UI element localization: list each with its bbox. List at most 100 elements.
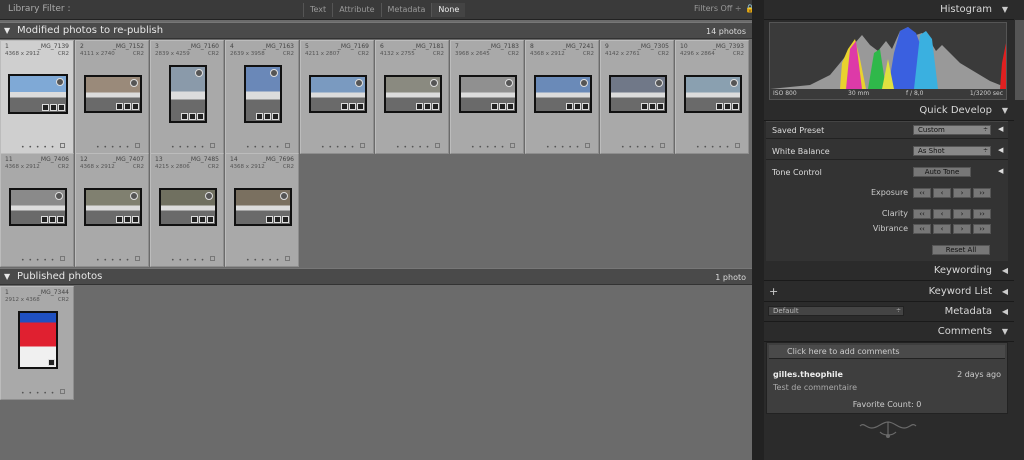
photo-cell[interactable]: 11 _MG_7406 4368 x 2912 CR2 • • • • • [0,153,74,267]
expand-triangle-icon[interactable]: ◀ [998,125,1003,133]
photo-cell[interactable]: 3 _MG_7160 2839 x 4259 CR2 • • • • • [150,40,224,154]
color-label-icon[interactable] [135,256,140,261]
white-balance-dropdown[interactable]: As Shot ÷ [913,146,991,156]
photo-cell[interactable]: 12 _MG_7407 4368 x 2912 CR2 • • • • • [75,153,149,267]
clarity-inc-large-button[interactable]: ›› [973,209,991,219]
photo-cell[interactable]: 6 _MG_7181 4132 x 2755 CR2 • • • • • [375,40,449,154]
color-label-icon[interactable] [60,389,65,394]
color-label-icon[interactable] [135,143,140,148]
color-label-icon[interactable] [360,143,365,148]
edit-badge-icon[interactable] [264,113,271,120]
rating-stars[interactable]: • • • • • [171,257,205,264]
photo-thumbnail[interactable] [309,75,367,113]
crop-badge-icon[interactable] [272,113,279,120]
photo-thumbnail[interactable] [18,311,58,369]
edit-badge-icon[interactable] [574,103,581,110]
edit-badge-icon[interactable] [50,104,57,111]
edit-badge-icon[interactable] [274,216,281,223]
color-label-icon[interactable] [285,143,290,148]
vibrance-dec-large-button[interactable]: ‹‹ [913,224,931,234]
filter-attribute[interactable]: Attribute [332,3,380,17]
photo-thumbnail[interactable] [244,65,282,123]
photo-thumbnail[interactable] [609,75,667,113]
edit-badge-icon[interactable] [124,103,131,110]
photo-thumbnail[interactable] [384,75,442,113]
photo-thumbnail[interactable] [84,188,142,226]
quick-collection-badge-icon[interactable] [55,192,63,200]
rating-stars[interactable]: • • • • • [246,144,280,151]
saved-preset-dropdown[interactable]: Custom ÷ [913,125,991,135]
expand-triangle-icon[interactable]: ◀ [1002,282,1008,302]
rating-stars[interactable]: • • • • • [21,390,55,397]
collapse-triangle-icon[interactable]: ▼ [1002,322,1008,342]
color-label-icon[interactable] [60,143,65,148]
vibrance-inc-button[interactable]: › [953,224,971,234]
photo-cell[interactable]: 14 _MG_7696 4368 x 2912 CR2 • • • • • [225,153,299,267]
color-label-icon[interactable] [510,143,515,148]
crop-badge-icon[interactable] [132,216,139,223]
crop-badge-icon[interactable] [432,103,439,110]
crop-badge-icon[interactable] [132,103,139,110]
add-keyword-icon[interactable]: + [769,282,778,302]
exposure-dec-large-button[interactable]: ‹‹ [913,188,931,198]
auto-tone-button[interactable]: Auto Tone [913,167,971,177]
panel-header-quick-develop[interactable]: Quick Develop ▼ [764,101,1014,121]
disclosure-triangle-icon[interactable]: ▼ [4,269,10,284]
quick-collection-badge-icon[interactable] [130,192,138,200]
photo-cell[interactable]: 4 _MG_7163 2639 x 3958 CR2 • • • • • [225,40,299,154]
panel-header-metadata[interactable]: Default ÷ Metadata ◀ [764,302,1014,322]
filter-none[interactable]: None [431,3,466,17]
rating-stars[interactable]: • • • • • [396,144,430,151]
quick-collection-badge-icon[interactable] [130,79,138,87]
panel-divider[interactable] [752,0,764,460]
photo-cell[interactable]: 7 _MG_7183 3968 x 2645 CR2 • • • • • [450,40,524,154]
color-label-icon[interactable] [285,256,290,261]
photo-cell[interactable]: 9 _MG_7305 4142 x 2761 CR2 • • • • • [600,40,674,154]
crop-badge-icon[interactable] [57,216,64,223]
exposure-inc-large-button[interactable]: ›› [973,188,991,198]
collapse-triangle-icon[interactable]: ▼ [1002,101,1008,121]
quick-collection-badge-icon[interactable] [270,69,278,77]
crop-badge-icon[interactable] [732,103,739,110]
edit-badge-icon[interactable] [124,216,131,223]
photo-cell[interactable]: 13 _MG_7485 4215 x 2806 CR2 • • • • • [150,153,224,267]
photo-thumbnail[interactable] [9,188,67,226]
collection-badge-icon[interactable] [416,103,423,110]
rating-stars[interactable]: • • • • • [321,144,355,151]
color-label-icon[interactable] [210,256,215,261]
quick-collection-badge-icon[interactable] [655,79,663,87]
crop-badge-icon[interactable] [58,104,65,111]
quick-collection-badge-icon[interactable] [730,79,738,87]
crop-badge-icon[interactable] [282,216,289,223]
collection-badge-icon[interactable] [191,216,198,223]
quick-collection-badge-icon[interactable] [195,69,203,77]
crop-badge-icon[interactable] [197,113,204,120]
quick-collection-badge-icon[interactable] [580,79,588,87]
rating-stars[interactable]: • • • • • [171,144,205,151]
rating-stars[interactable]: • • • • • [96,257,130,264]
quick-collection-badge-icon[interactable] [56,78,64,86]
photo-cell[interactable]: 5 _MG_7169 4211 x 2807 CR2 • • • • • [300,40,374,154]
crop-badge-icon[interactable] [657,103,664,110]
reset-all-button[interactable]: Reset All [932,245,990,255]
edit-badge-icon[interactable] [48,359,55,366]
color-label-icon[interactable] [210,143,215,148]
collection-badge-icon[interactable] [42,104,49,111]
clarity-inc-button[interactable]: › [953,209,971,219]
exposure-inc-button[interactable]: › [953,188,971,198]
filter-text[interactable]: Text [303,3,332,17]
photo-cell[interactable]: 1 _MG_7344 2912 x 4368 CR2 • • • • • [0,286,74,400]
collection-badge-icon[interactable] [181,113,188,120]
edit-badge-icon[interactable] [199,216,206,223]
histogram[interactable]: ISO 800 30 mm f / 8,0 1/3200 sec [769,22,1007,100]
photo-thumbnail[interactable] [84,75,142,113]
rating-stars[interactable]: • • • • • [696,144,730,151]
rating-stars[interactable]: • • • • • [21,257,55,264]
photo-thumbnail[interactable] [159,188,217,226]
crop-badge-icon[interactable] [357,103,364,110]
rating-stars[interactable]: • • • • • [621,144,655,151]
edit-badge-icon[interactable] [499,103,506,110]
expand-triangle-icon[interactable]: ◀ [1002,261,1008,281]
edit-badge-icon[interactable] [349,103,356,110]
rating-stars[interactable]: • • • • • [471,144,505,151]
